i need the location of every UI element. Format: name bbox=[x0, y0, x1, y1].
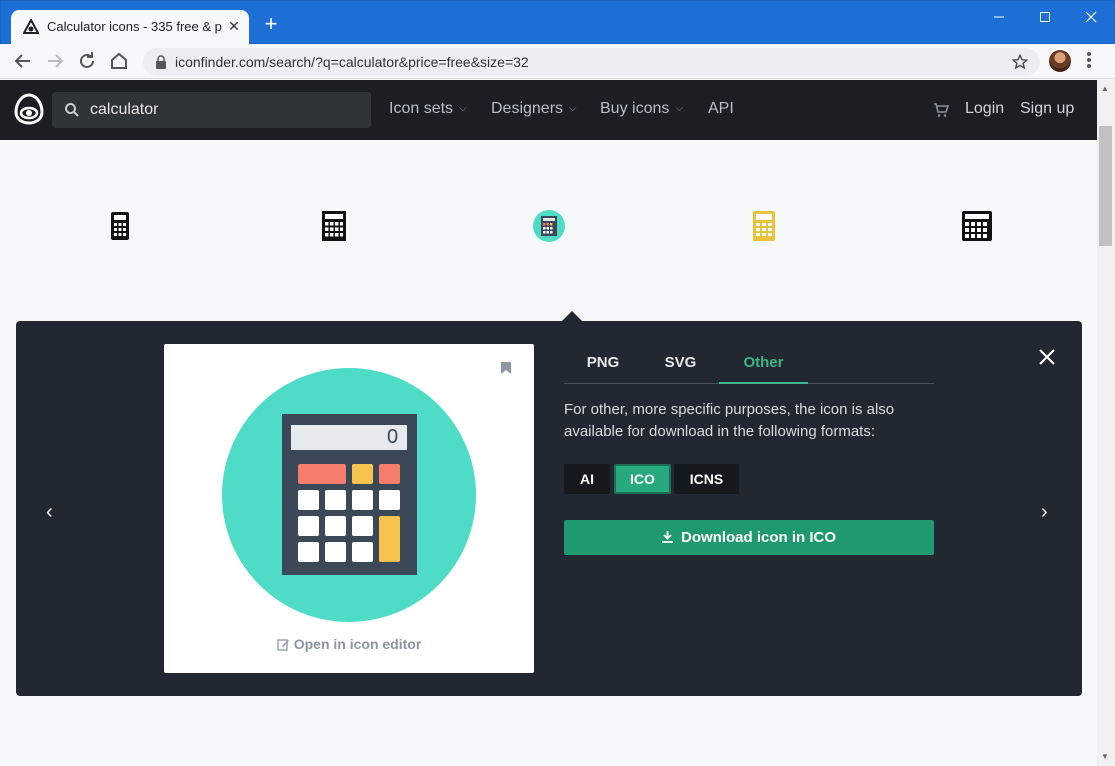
close-icon[interactable] bbox=[1038, 348, 1056, 366]
page-scrollbar[interactable]: ▲ ▼ bbox=[1097, 80, 1115, 766]
edit-icon bbox=[277, 639, 289, 651]
previous-icon[interactable]: ‹ bbox=[46, 501, 62, 523]
browser-toolbar: iconfinder.com/search/?q=calculator&pric… bbox=[0, 44, 1115, 79]
scroll-thumb[interactable] bbox=[1099, 126, 1112, 246]
chevron-down-icon: ⌵ bbox=[459, 103, 467, 114]
search-icon bbox=[65, 103, 79, 117]
browser-tab[interactable]: Calculator icons - 335 free & premium ic… bbox=[11, 10, 249, 45]
tab-png[interactable]: PNG bbox=[564, 354, 642, 384]
nav-label: Buy icons bbox=[600, 100, 670, 117]
scroll-down-icon[interactable]: ▼ bbox=[1101, 752, 1109, 761]
format-ico-button[interactable]: ICO bbox=[614, 464, 671, 494]
bookmark-star-icon[interactable] bbox=[1011, 53, 1029, 71]
nav-label: Designers bbox=[491, 100, 564, 117]
chevron-down-icon: ⌵ bbox=[675, 103, 683, 114]
cart-icon[interactable] bbox=[933, 102, 949, 118]
nav-label: API bbox=[708, 100, 734, 117]
browser-menu-icon[interactable] bbox=[1086, 51, 1092, 71]
iconfinder-favicon-icon bbox=[23, 19, 39, 34]
maximize-button[interactable] bbox=[1023, 5, 1067, 31]
tab-close-icon[interactable]: ✕ bbox=[226, 18, 242, 34]
calculator-wide-icon[interactable] bbox=[959, 208, 995, 244]
tab-other[interactable]: Other bbox=[719, 354, 808, 384]
calculator-icon[interactable] bbox=[102, 208, 138, 244]
tab-svg[interactable]: SVG bbox=[642, 354, 719, 384]
download-icon bbox=[662, 531, 673, 543]
icon-preview: 0 Open in icon editor bbox=[164, 344, 534, 673]
open-editor-label: Open in icon editor bbox=[293, 636, 422, 652]
calculator-display-value: 0 bbox=[387, 426, 399, 448]
format-tabs: PNG SVG Other bbox=[564, 344, 934, 384]
format-description: For other, more specific purposes, the i… bbox=[564, 401, 895, 440]
close-window-button[interactable] bbox=[1069, 5, 1113, 31]
calculator-grid-icon[interactable] bbox=[316, 208, 352, 244]
reload-icon[interactable] bbox=[75, 49, 99, 73]
nav-label: Icon sets bbox=[389, 100, 454, 117]
next-icon[interactable]: › bbox=[1041, 501, 1057, 523]
scroll-up-icon[interactable]: ▲ bbox=[1101, 84, 1109, 93]
format-icns-button[interactable]: ICNS bbox=[674, 464, 739, 494]
chevron-down-icon: ⌵ bbox=[569, 103, 577, 114]
url-text: iconfinder.com/search/?q=calculator&pric… bbox=[175, 54, 529, 70]
bookmark-icon[interactable] bbox=[501, 362, 511, 374]
download-label: Download icon in ICO bbox=[681, 529, 836, 546]
open-editor-link[interactable]: Open in icon editor bbox=[164, 636, 534, 652]
back-icon[interactable] bbox=[11, 49, 35, 73]
search-value: calculator bbox=[90, 101, 159, 118]
new-tab-button[interactable]: + bbox=[259, 13, 283, 37]
nav-icon-sets[interactable]: Icon sets ⌵ bbox=[389, 100, 467, 118]
lock-icon bbox=[156, 55, 166, 69]
iconfinder-logo-icon[interactable] bbox=[14, 93, 44, 125]
calculator-preview-icon bbox=[222, 368, 476, 622]
format-ai-button[interactable]: AI bbox=[564, 464, 610, 494]
icon-detail-panel: ‹ › 0 Open in icon editor PNG SVG Other … bbox=[16, 321, 1082, 696]
nav-designers[interactable]: Designers ⌵ bbox=[491, 100, 577, 118]
calculator-circle-icon[interactable] bbox=[531, 208, 567, 244]
search-input[interactable]: calculator bbox=[52, 92, 371, 128]
minimize-button[interactable] bbox=[977, 5, 1021, 31]
profile-avatar[interactable] bbox=[1049, 50, 1071, 72]
download-button[interactable]: Download icon in ICO bbox=[564, 520, 934, 555]
signup-link[interactable]: Sign up bbox=[1020, 100, 1074, 118]
home-icon[interactable] bbox=[107, 49, 131, 73]
nav-buy-icons[interactable]: Buy icons ⌵ bbox=[600, 100, 683, 118]
address-bar[interactable]: iconfinder.com/search/?q=calculator&pric… bbox=[143, 48, 1040, 76]
site-header: calculator Icon sets ⌵ Designers ⌵ Buy ico… bbox=[0, 80, 1097, 140]
login-link[interactable]: Login bbox=[965, 100, 1004, 118]
browser-titlebar: Calculator icons - 335 free & premium ic… bbox=[0, 0, 1115, 45]
calculator-yellow-icon[interactable] bbox=[746, 208, 782, 244]
nav-api[interactable]: API bbox=[708, 100, 734, 118]
forward-icon[interactable] bbox=[43, 49, 67, 73]
tab-title: Calculator icons - 335 free & premium ic… bbox=[47, 19, 222, 34]
